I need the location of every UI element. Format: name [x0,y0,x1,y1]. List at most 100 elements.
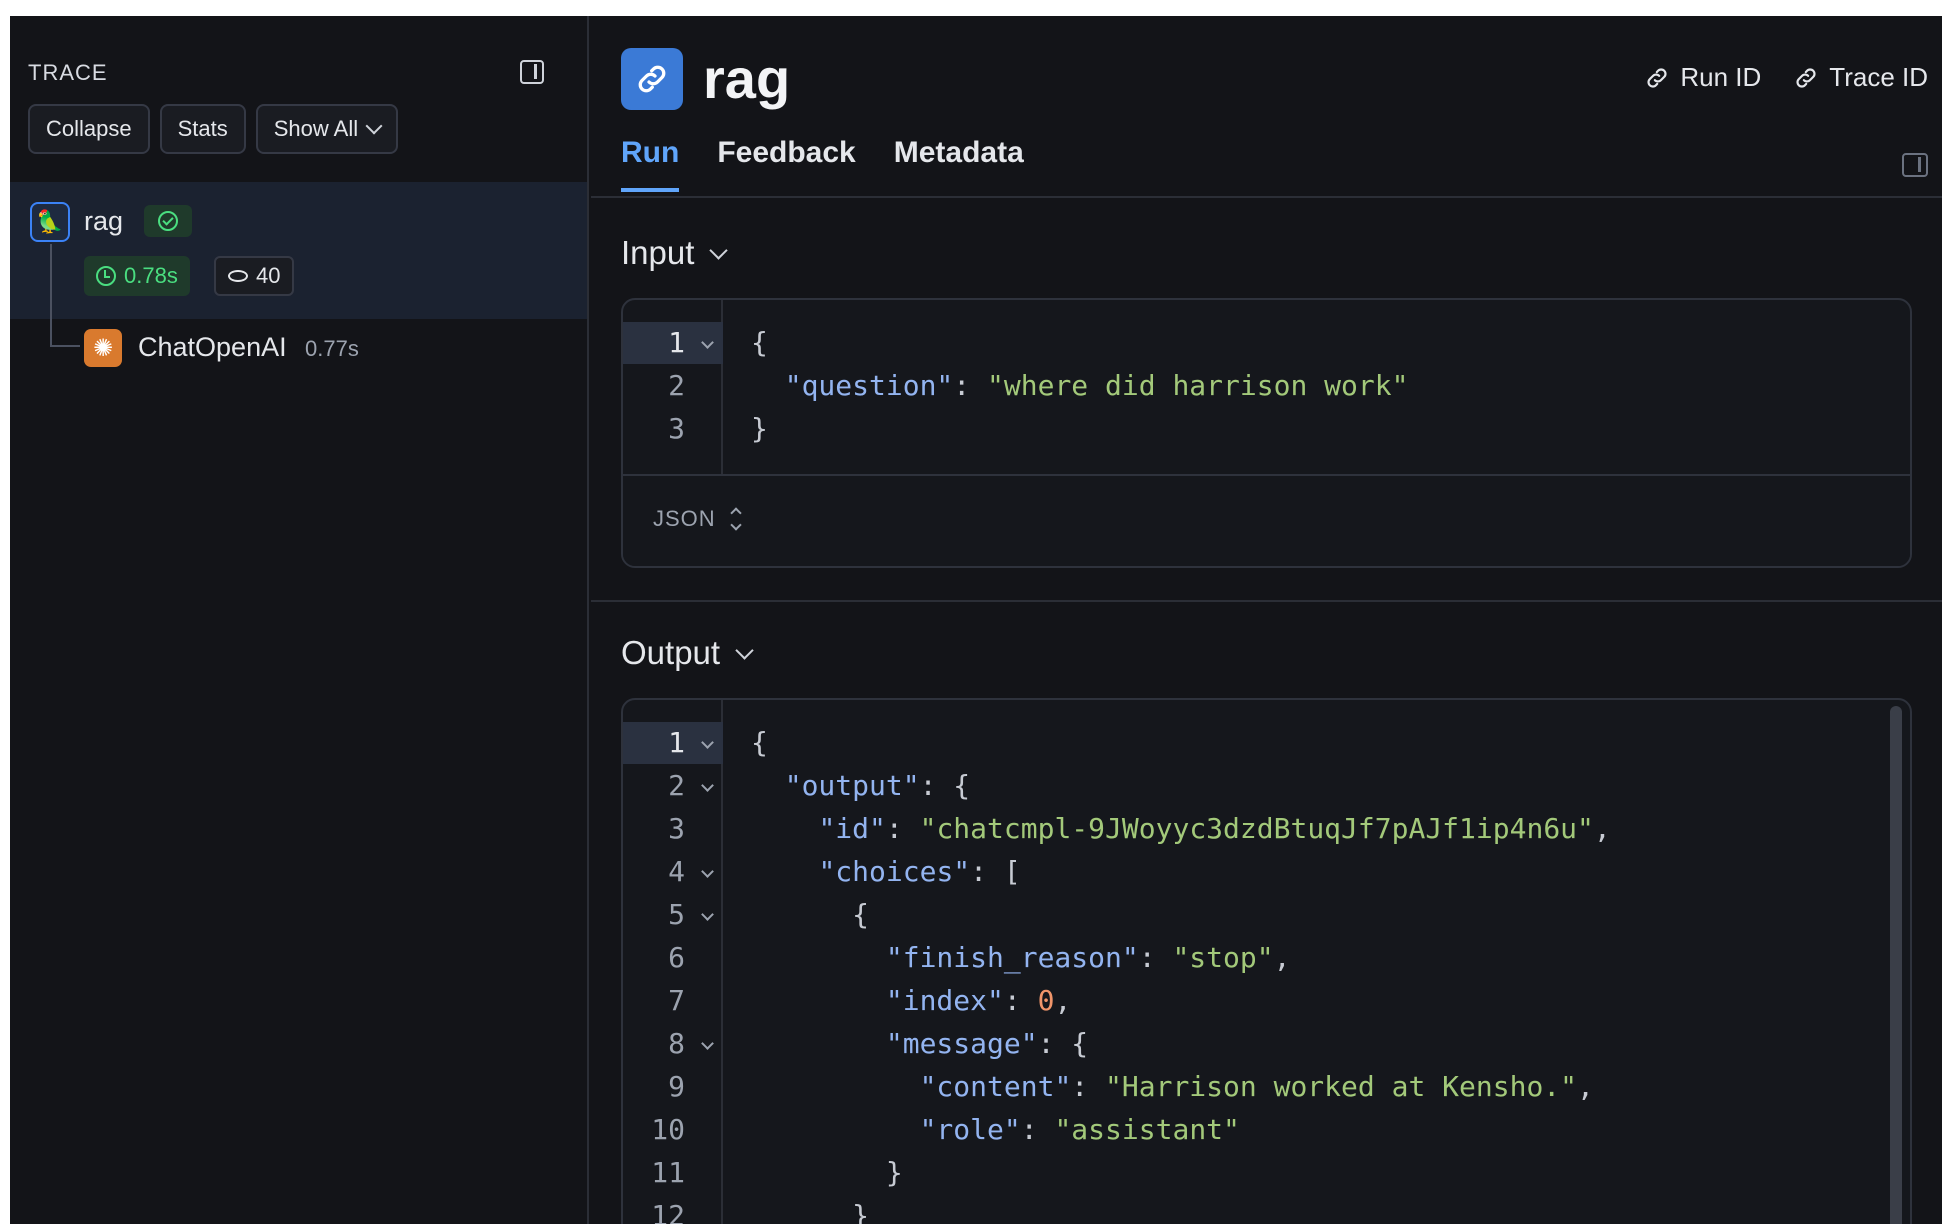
link-icon [1796,67,1816,88]
code-line: 9 "content": "Harrison worked at Kensho.… [623,1066,1910,1108]
scrollbar[interactable] [1890,706,1902,1224]
detail-tabs: Run Feedback Metadata [621,136,1024,192]
chain-node-icon: 🦜 [30,202,70,242]
code-text: "choices": [ [751,851,1021,893]
code-text: "message": { [751,1023,1088,1065]
format-selector[interactable]: JSON [653,506,742,532]
code-text: "role": "assistant" [751,1109,1240,1151]
clock-icon [96,266,116,286]
code-line: 11 } [623,1152,1910,1194]
code-token: , [1593,812,1611,845]
code-token: "role" [919,1113,1021,1146]
line-number: 7 [668,984,685,1017]
code-line: 2 "question": "where did harrison work" [623,365,1910,407]
sidebar-toggle-icon[interactable] [520,60,544,84]
line-number: 11 [651,1156,685,1189]
code-token: } [751,412,768,445]
code-token: "content" [919,1070,1072,1103]
code-token: : [1020,1113,1055,1146]
copy-trace-id-button[interactable]: Trace ID [1793,62,1928,93]
trace-title: TRACE [28,60,108,85]
output-section-toggle[interactable]: Output [621,634,754,672]
code-text: } [751,408,768,450]
trace-node-name: rag [84,206,124,236]
trace-id-label: Trace ID [1829,62,1928,92]
code-token: , [1054,984,1072,1017]
code-text: "index": 0, [751,980,1071,1022]
code-line: 3} [623,408,1910,450]
collapse-button[interactable]: Collapse [28,104,150,154]
code-line: 3 "id": "chatcmpl-9JWoyyc3dzdBtuqJf7pAJf… [623,808,1910,850]
line-number: 9 [668,1070,685,1103]
link-icon [1647,67,1667,88]
section-divider [591,600,1942,602]
run-id-label: Run ID [1680,62,1762,92]
show-all-dropdown[interactable]: Show All [255,104,399,154]
trace-toolbar: Collapse Stats Show All [28,104,399,154]
code-text: { [751,722,768,764]
code-text: "id": "chatcmpl-9JWoyyc3dzdBtuqJf7pAJf1i… [751,808,1611,850]
input-section-toggle[interactable]: Input [621,234,729,272]
code-token: : [953,369,988,402]
output-section-title: Output [621,634,721,671]
line-number: 3 [668,812,685,845]
code-line: 6 "finish_reason": "stop", [623,937,1910,979]
format-label: JSON [653,506,716,531]
code-token: : [ [970,855,1021,888]
stats-button[interactable]: Stats [159,104,246,154]
copy-run-id-button[interactable]: Run ID [1644,62,1761,93]
code-line: 8 "message": { [623,1023,1910,1065]
line-number: 2 [668,369,685,402]
code-text: "content": "Harrison worked at Kensho.", [751,1066,1594,1108]
chevron-down-icon [735,640,754,660]
line-number: 3 [668,412,685,445]
token-badge: 40 [214,256,295,296]
trace-child-latency: 0.77s [305,336,359,361]
code-line: 7 "index": 0, [623,980,1910,1022]
code-token: "assistant" [1054,1113,1240,1146]
trace-node-rag[interactable] [10,182,587,319]
tab-run[interactable]: Run [621,136,680,192]
code-token: "index" [885,984,1004,1017]
collapse-label: Collapse [46,116,132,141]
code-token: "message" [885,1027,1038,1060]
code-token: "where did harrison work" [987,369,1409,402]
code-token: : [885,812,920,845]
latency-badge: 0.78s [84,256,190,296]
code-token: { [751,326,768,359]
header-links: Run ID Trace ID [1644,62,1928,93]
code-token: 0 [1037,984,1055,1017]
tokens-icon [228,270,248,282]
code-token: : { [919,769,971,802]
tab-feedback[interactable]: Feedback [717,136,855,192]
tabs-divider [591,196,1942,198]
line-number: 12 [651,1199,685,1224]
tab-metadata[interactable]: Metadata [894,136,1024,192]
details-panel-toggle-icon[interactable] [1902,153,1928,177]
input-code-viewer[interactable]: 1{2 "question": "where did harrison work… [621,298,1912,568]
code-token: { [751,726,768,759]
app-frame: TRACE Collapse Stats Show All 🦜 rag 0.78… [10,16,1942,1224]
code-line: 10 "role": "assistant" [623,1109,1910,1151]
code-text: { [751,894,869,936]
code-text: } [751,1195,869,1224]
trace-sidebar: TRACE Collapse Stats Show All 🦜 rag 0.78… [10,16,589,1224]
run-detail-panel: rag Run ID Trace ID Run Feedback Metadat… [591,16,1942,1224]
code-token: { [751,898,870,931]
code-token: "choices" [818,855,971,888]
code-text: "output": { [751,765,970,807]
openai-icon: ✺ [84,329,122,367]
success-status-icon [144,205,192,237]
output-code-viewer[interactable]: 1{2 "output": {3 "id": "chatcmpl-9JWoyyc… [621,698,1912,1224]
trace-child-name[interactable]: ChatOpenAI [138,332,287,363]
code-token: "chatcmpl-9JWoyyc3dzdBtuqJf7pAJf1ip4n6u" [919,812,1594,845]
code-token: : [1003,984,1038,1017]
chevron-down-icon [365,117,383,135]
code-token: } [751,1199,870,1224]
